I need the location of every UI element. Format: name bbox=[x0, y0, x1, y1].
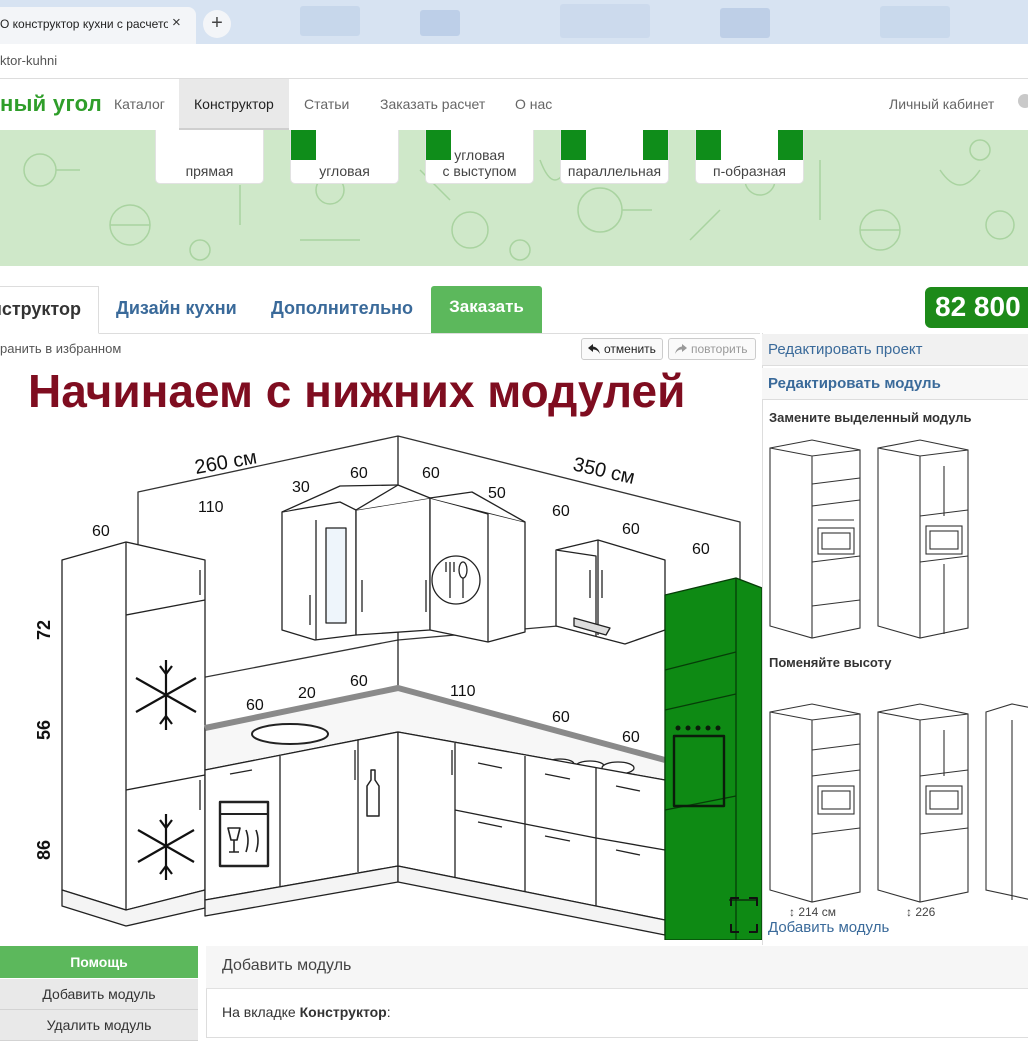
redo-button[interactable]: повторить bbox=[668, 338, 756, 360]
module-option[interactable] bbox=[769, 439, 861, 639]
nav-cabinet[interactable]: Личный кабинет bbox=[889, 79, 994, 129]
nav-articles[interactable]: Статьи bbox=[304, 79, 349, 130]
undo-icon bbox=[588, 344, 600, 354]
save-favorite-link[interactable]: ранить в избранном bbox=[0, 341, 121, 356]
dim-label: 60 bbox=[350, 465, 368, 482]
new-tab-button[interactable]: + bbox=[203, 10, 231, 38]
redo-label: повторить bbox=[691, 342, 748, 356]
height-options bbox=[769, 703, 1028, 903]
shape-card-straight[interactable]: прямая bbox=[155, 130, 264, 184]
address-bar[interactable] bbox=[0, 44, 1028, 79]
undo-label: отменить bbox=[604, 342, 656, 356]
price-badge: 82 800 bbox=[925, 287, 1028, 328]
text-suffix: : bbox=[386, 1004, 391, 1020]
height-caption: ↕ 214 см bbox=[789, 905, 836, 919]
order-button[interactable]: Заказать bbox=[431, 286, 542, 333]
dim-label: 60 bbox=[622, 729, 640, 746]
site-logo[interactable]: ный угол bbox=[0, 91, 102, 117]
dim-label: 30 bbox=[292, 479, 310, 496]
dim-height-top: 72 bbox=[34, 620, 54, 640]
tab-extra[interactable]: Дополнительно bbox=[271, 286, 413, 333]
nav-about[interactable]: О нас bbox=[515, 79, 552, 130]
height-option[interactable] bbox=[877, 703, 969, 903]
shape-card-parallel[interactable]: параллельная bbox=[560, 130, 669, 184]
shape-label: параллельная bbox=[567, 163, 662, 179]
add-module-link[interactable]: Добавить модуль bbox=[768, 919, 889, 936]
shape-label: угловая bbox=[319, 163, 370, 179]
browser-tab-title: О конструктор кухни с расчетом bbox=[0, 17, 168, 31]
shape-label-line1: угловая bbox=[454, 147, 505, 163]
shape-card-u[interactable]: п-образная bbox=[695, 130, 804, 184]
dim-label: 60 bbox=[622, 521, 640, 538]
shape-icon bbox=[291, 130, 316, 160]
shape-icon bbox=[561, 130, 586, 160]
tab-label: Конструктор bbox=[0, 299, 81, 319]
dim-label: 110 bbox=[198, 499, 224, 516]
dim-label: 60 bbox=[552, 709, 570, 726]
shape-label-line2: с выступом bbox=[442, 163, 517, 179]
help-content-text: На вкладке Конструктор: bbox=[222, 1004, 391, 1020]
dim-height-mid: 56 bbox=[34, 720, 54, 740]
help-item-add-module[interactable]: Добавить модуль bbox=[0, 979, 198, 1010]
shape-card-corner-ledge[interactable]: угловая с выступом bbox=[425, 130, 534, 184]
close-icon[interactable]: × bbox=[172, 14, 181, 31]
replace-module-label: Замените выделенный модуль bbox=[769, 410, 972, 425]
nav-constructor[interactable]: Конструктор bbox=[194, 79, 274, 130]
edit-module-header[interactable]: Редактировать модуль bbox=[762, 368, 1028, 400]
help-header: Помощь bbox=[0, 946, 198, 978]
height-option[interactable] bbox=[985, 703, 1028, 900]
tab-design[interactable]: Дизайн кухни bbox=[116, 286, 237, 333]
text-prefix: На вкладке bbox=[222, 1004, 300, 1020]
dim-label: 50 bbox=[488, 485, 506, 502]
dim-height-bottom: 86 bbox=[34, 840, 54, 860]
help-content-title: Добавить модуль bbox=[222, 957, 352, 974]
dim-label: 20 bbox=[298, 685, 316, 702]
tab-constructor[interactable]: Конструктор bbox=[0, 286, 99, 334]
headline: Начинаем с нижних модулей bbox=[28, 365, 686, 417]
user-icon[interactable] bbox=[1018, 94, 1028, 108]
dim-label: 60 bbox=[692, 541, 710, 558]
url-text[interactable]: ktor-kuhni bbox=[0, 53, 57, 68]
shape-icon bbox=[778, 130, 803, 160]
shape-icon bbox=[696, 130, 721, 160]
dim-label: 110 bbox=[450, 683, 476, 700]
redo-icon bbox=[675, 344, 687, 354]
shape-icon bbox=[643, 130, 668, 160]
text-bold: Конструктор bbox=[299, 1004, 387, 1020]
undo-button[interactable]: отменить bbox=[581, 338, 663, 360]
nav-catalog[interactable]: Каталог bbox=[114, 79, 165, 130]
kitchen-3d-view[interactable]: 260 см 350 см 72 56 86 60 110 30 60 60 5… bbox=[0, 430, 762, 940]
replacement-modules bbox=[769, 439, 969, 639]
dim-label: 60 bbox=[246, 697, 264, 714]
help-item-remove-module[interactable]: Удалить модуль bbox=[0, 1010, 198, 1041]
module-option[interactable] bbox=[877, 439, 969, 639]
dim-label: 60 bbox=[350, 673, 368, 690]
dim-label: 60 bbox=[552, 503, 570, 520]
change-height-label: Поменяйте высоту bbox=[769, 655, 892, 670]
shape-label: п-образная bbox=[713, 163, 786, 179]
dim-label: 60 bbox=[92, 523, 110, 540]
nav-order-calc[interactable]: Заказать расчет bbox=[380, 79, 485, 130]
shape-card-corner[interactable]: угловая bbox=[290, 130, 399, 184]
shape-label: прямая bbox=[185, 163, 234, 179]
height-caption: ↕ 226 bbox=[906, 905, 936, 919]
height-option[interactable] bbox=[769, 703, 861, 903]
dim-label: 60 bbox=[422, 465, 440, 482]
edit-project-header[interactable]: Редактировать проект bbox=[762, 334, 1028, 366]
